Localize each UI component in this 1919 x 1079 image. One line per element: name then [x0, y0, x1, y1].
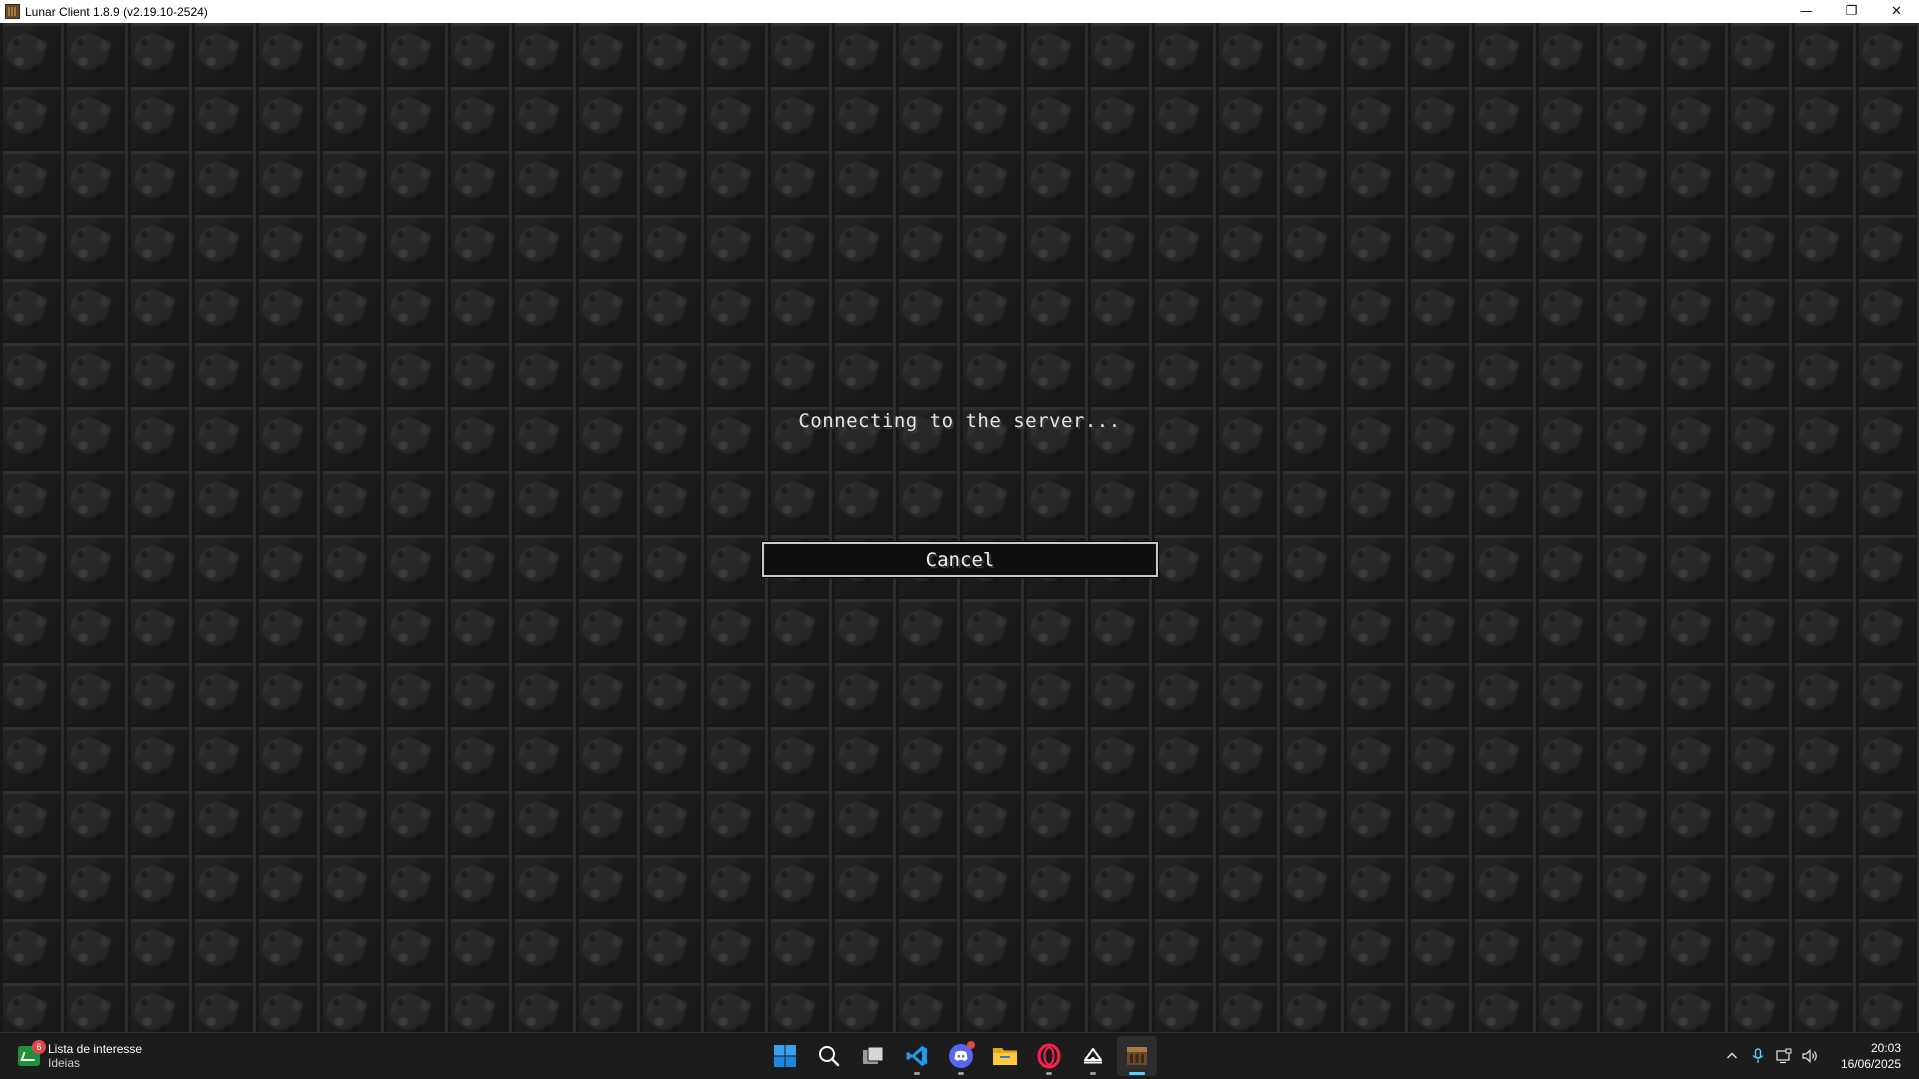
connecting-status: Connecting to the server...	[798, 410, 1121, 432]
active-indicator	[1129, 1072, 1145, 1075]
window-title: Lunar Client 1.8.9 (v2.19.10-2524)	[25, 4, 208, 19]
lunar-launcher-app[interactable]	[1073, 1036, 1113, 1076]
opera-icon	[1037, 1043, 1061, 1069]
running-indicator	[1090, 1072, 1096, 1075]
running-indicator	[914, 1072, 920, 1075]
widget-title: Lista de interesse	[48, 1042, 143, 1056]
crafting-table-icon	[1127, 1047, 1147, 1065]
start-button[interactable]	[765, 1036, 805, 1076]
taskbar-clock[interactable]: 20:03 16/06/2025	[1841, 1040, 1901, 1072]
cancel-button[interactable]: Cancel	[761, 541, 1159, 578]
clock-date: 16/06/2025	[1840, 1057, 1901, 1071]
microphone-button[interactable]	[1745, 1041, 1771, 1071]
taskbar: 6 Lista de interesse Ideias 20:03 16/06/…	[0, 1032, 1919, 1079]
windows-logo-icon	[774, 1045, 796, 1067]
lunar-client-app[interactable]	[1117, 1036, 1157, 1076]
opera-gx-app[interactable]	[1029, 1036, 1069, 1076]
chevron-up-icon	[1726, 1052, 1737, 1059]
network-button[interactable]	[1771, 1041, 1797, 1071]
clock-time: 20:03	[1870, 1041, 1901, 1055]
restore-button[interactable]: ❐	[1829, 0, 1874, 23]
folder-icon	[993, 1048, 1017, 1065]
crafting-table-icon	[5, 4, 20, 19]
close-button[interactable]: ✕	[1874, 0, 1919, 23]
volume-button[interactable]	[1797, 1041, 1823, 1071]
microphone-icon	[1752, 1048, 1764, 1063]
window-controls: — ❐ ✕	[1784, 0, 1919, 23]
lunar-icon	[1084, 1048, 1102, 1064]
screen: Lunar Client 1.8.9 (v2.19.10-2524) — ❐ ✕…	[0, 0, 1919, 1079]
widget-subtitle: Ideias	[48, 1056, 81, 1070]
minimize-button[interactable]: —	[1784, 0, 1829, 23]
window-title-bar[interactable]: Lunar Client 1.8.9 (v2.19.10-2524) — ❐ ✕	[0, 0, 1919, 23]
file-explorer-app[interactable]	[985, 1036, 1025, 1076]
speaker-icon	[1802, 1049, 1817, 1063]
running-indicator	[958, 1072, 964, 1075]
taskbar-apps	[765, 1033, 1157, 1079]
task-view-icon	[863, 1046, 884, 1064]
task-view-button[interactable]	[853, 1036, 893, 1076]
game-background	[0, 23, 1919, 1032]
search-button[interactable]	[809, 1036, 849, 1076]
search-icon	[819, 1046, 840, 1067]
show-hidden-icons-button[interactable]	[1719, 1041, 1745, 1071]
system-tray: 20:03 16/06/2025	[1719, 1033, 1919, 1079]
widget-badge: 6	[32, 1040, 46, 1054]
running-indicator	[1046, 1072, 1052, 1075]
discord-app[interactable]	[941, 1036, 981, 1076]
vscode-icon	[906, 1046, 927, 1066]
stock-widget[interactable]: 6 Lista de interesse Ideias	[18, 1039, 142, 1073]
network-icon	[1776, 1048, 1792, 1064]
stock-chart-icon: 6	[18, 1040, 46, 1066]
notification-badge	[967, 1041, 975, 1049]
vscode-app[interactable]	[897, 1036, 937, 1076]
